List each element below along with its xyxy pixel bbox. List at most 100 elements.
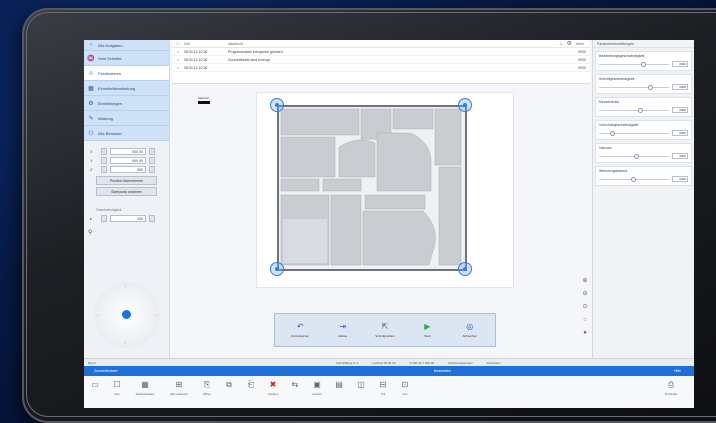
joystick-knob[interactable] — [122, 310, 131, 319]
param-slider[interactable] — [599, 84, 669, 90]
nav-item-parts[interactable]: ▦ Einzelteilbearbeitung — [84, 81, 169, 96]
ribbon-view-button[interactable]: ▣ Ansicht — [306, 380, 328, 396]
param-slider[interactable] — [599, 176, 669, 182]
arrow-up-icon[interactable]: ↑ — [124, 284, 127, 290]
part-shape[interactable] — [362, 210, 436, 266]
ribbon-tab-file[interactable]: Zuschnittsdatei — [94, 369, 118, 373]
reset-button[interactable]: ↶ Zurücksetzen — [282, 322, 318, 338]
corner-handle-bottom-right[interactable] — [458, 262, 472, 276]
coord-x-step[interactable] — [149, 148, 155, 155]
release-button[interactable]: ⇥ Ablöse — [325, 322, 361, 338]
ribbon-link-button[interactable]: ⇆ — [284, 380, 306, 396]
ribbon-nest-button[interactable]: ⊡ Aus — [394, 380, 416, 396]
nav-item-users[interactable]: ⚇ Alle Benutzer — [84, 126, 169, 141]
row-check[interactable]: ○ — [172, 66, 184, 70]
nav-back-all-tasks[interactable]: ‹ Alle Aufgaben — [84, 40, 169, 51]
slider-knob[interactable] — [641, 61, 646, 67]
part-shape[interactable] — [392, 108, 434, 130]
slider-knob[interactable] — [634, 153, 639, 159]
position-apply-button[interactable]: Position übernehmen — [96, 176, 157, 185]
jog-joystick[interactable]: ↑ ↓ ← → — [94, 272, 160, 362]
coord-z-lock[interactable] — [101, 166, 107, 173]
coord-y-lock[interactable] — [101, 157, 107, 164]
cancel-button[interactable]: ◎ Abbrechen — [452, 322, 488, 338]
coord-y-input[interactable]: 000.00 — [110, 157, 146, 164]
arrow-right-icon[interactable]: → — [152, 312, 157, 318]
coord-y-step[interactable] — [149, 157, 155, 164]
row-check[interactable]: ○ — [172, 58, 184, 62]
ribbon-paste-button[interactable]: ⎗ — [240, 380, 262, 396]
row-check[interactable]: ○ — [172, 50, 184, 54]
zoom-out-icon[interactable]: ⊖ — [580, 287, 590, 300]
gear-icon[interactable]: ⚙ — [567, 40, 572, 47]
param-value[interactable]: 0000 — [672, 61, 688, 67]
log-row[interactable]: ○ 08:00:12 10:36 0000 — [172, 64, 590, 72]
zoom-in-icon[interactable]: ⊕ — [580, 274, 590, 287]
param-slider[interactable] — [599, 61, 669, 67]
slider-knob[interactable] — [648, 84, 653, 90]
speed-dec[interactable] — [101, 215, 107, 222]
cutting-canvas[interactable] — [256, 92, 514, 288]
part-shape[interactable] — [364, 194, 426, 210]
home-icon[interactable]: ⌂ — [560, 41, 563, 47]
ribbon-open-button[interactable]: ⎘ Öffnen — [196, 380, 218, 396]
start-point-button[interactable]: Startpunkt anfahren — [96, 187, 157, 196]
coord-z-step[interactable] — [149, 166, 155, 173]
part-shape[interactable] — [338, 139, 376, 178]
ribbon-copy-button[interactable]: ⧉ — [218, 380, 240, 396]
arrow-left-icon[interactable]: ← — [96, 312, 101, 318]
corner-handle-top-right[interactable] — [458, 98, 472, 112]
nav-item-cut[interactable]: ♒ Vom Schnitte — [84, 51, 169, 66]
more-button[interactable]: Mehr — [576, 42, 584, 46]
part-shape[interactable] — [280, 108, 360, 136]
param-slider[interactable] — [599, 107, 669, 113]
ribbon-select-all-button[interactable]: ⊞ Alle markieren — [162, 380, 196, 396]
point-icon[interactable]: ● — [580, 326, 590, 339]
ribbon-new-button[interactable]: ☐ Neu — [106, 380, 128, 396]
param-slider[interactable] — [599, 130, 669, 136]
cut-position-button[interactable]: ⇱ Schnittposition — [367, 322, 403, 338]
part-shape[interactable] — [280, 136, 336, 178]
coord-x-lock[interactable] — [101, 148, 107, 155]
start-button[interactable]: ▶ Start — [409, 322, 445, 338]
speed-input[interactable]: 100 — [110, 215, 146, 222]
ribbon-part-button[interactable]: ⊟ Teil — [372, 380, 394, 396]
param-value[interactable]: 0000 — [672, 176, 688, 182]
corner-handle-top-left[interactable] — [270, 98, 284, 112]
part-shape[interactable] — [280, 178, 320, 192]
part-shape[interactable] — [330, 194, 362, 266]
nav-item-settings[interactable]: ⚙ Einstellungen — [84, 96, 169, 111]
ribbon-log-button[interactable]: ⎙ Protokolle — [654, 380, 688, 396]
speed-inc[interactable] — [149, 215, 155, 222]
slider-knob[interactable] — [630, 176, 636, 182]
param-value[interactable]: 0000 — [672, 130, 688, 136]
ribbon-delete-button[interactable]: ✖ Löschen — [262, 380, 284, 396]
ribbon-file-button[interactable]: ▭ — [84, 380, 106, 396]
ribbon-table-button[interactable]: ▤ — [328, 380, 350, 396]
param-value[interactable]: 0000 — [672, 84, 688, 90]
nesting-area[interactable] — [270, 98, 472, 276]
param-value[interactable]: 0000 — [672, 107, 688, 113]
log-row[interactable]: ○ 08:00:12 10:36 Zuschnittdatei wird erz… — [172, 56, 590, 64]
part-shape[interactable] — [438, 166, 462, 266]
slider-knob[interactable] — [637, 107, 643, 113]
zoom-fit-icon[interactable]: ⊙ — [580, 300, 590, 313]
param-slider[interactable] — [599, 153, 669, 159]
nav-item-position[interactable]: ⊹ Positionieren — [84, 66, 169, 81]
slider-knob[interactable] — [609, 130, 615, 136]
part-shape[interactable] — [376, 132, 432, 192]
ribbon-tab-edit[interactable]: Bearbeiten — [434, 369, 451, 373]
circle-icon[interactable]: ○ — [580, 313, 590, 326]
coord-x-input[interactable]: 000.00 — [110, 148, 146, 155]
ribbon-layers-button[interactable]: ◫ — [350, 380, 372, 396]
corner-handle-bottom-left[interactable] — [270, 262, 284, 276]
part-shape[interactable] — [322, 178, 362, 192]
param-value[interactable]: 0000 — [672, 153, 688, 159]
part-shape[interactable] — [434, 108, 462, 166]
user-icon[interactable]: ⚲ — [84, 229, 169, 236]
ribbon-tab-help[interactable]: Hilfe — [674, 369, 681, 373]
log-row[interactable]: ○ 08:00:12 10:36 Programmdatei erfolgrei… — [172, 48, 590, 56]
arrow-down-icon[interactable]: ↓ — [124, 340, 127, 346]
nav-item-maintenance[interactable]: ✎ Wartung — [84, 111, 169, 126]
ribbon-nest-file-button[interactable]: ▦ Zuschnittsdatei — [128, 380, 162, 396]
